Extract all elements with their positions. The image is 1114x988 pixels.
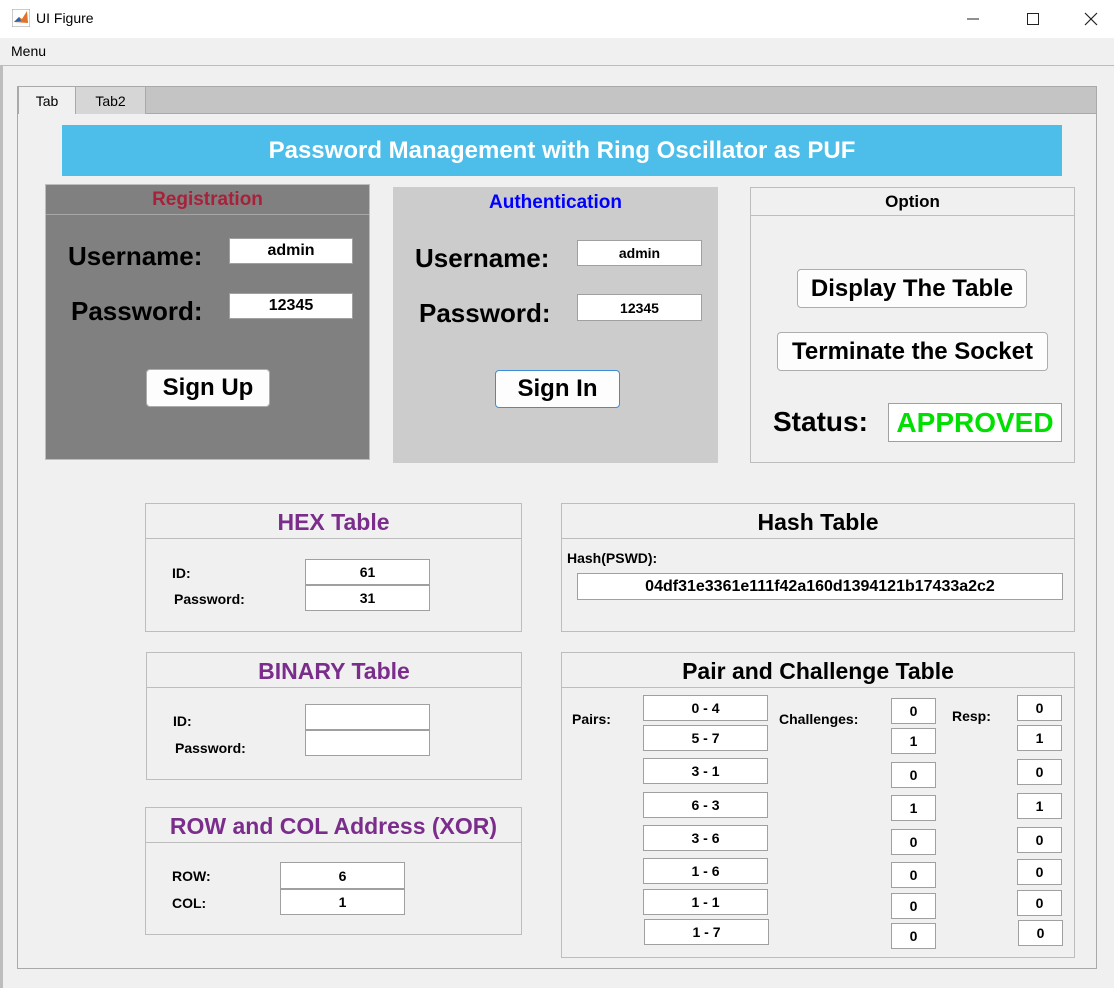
close-icon bbox=[1084, 12, 1098, 26]
hex-password-field[interactable] bbox=[305, 585, 430, 611]
resp-field[interactable] bbox=[1017, 695, 1062, 721]
resp-field[interactable] bbox=[1018, 920, 1063, 946]
hex-table-title: HEX Table bbox=[277, 509, 390, 535]
resp-field[interactable] bbox=[1017, 890, 1062, 916]
binary-id-field[interactable] bbox=[305, 704, 430, 730]
hex-table-panel: HEX Table ID: Password: bbox=[145, 503, 522, 632]
status-label: Status: bbox=[773, 406, 868, 437]
terminate-socket-button[interactable]: Terminate the Socket bbox=[777, 332, 1048, 371]
resp-field[interactable] bbox=[1017, 759, 1062, 785]
password-field[interactable] bbox=[229, 293, 353, 319]
rowcol-panel: ROW and COL Address (XOR) ROW: COL: bbox=[145, 807, 522, 935]
binary-password-field[interactable] bbox=[305, 730, 430, 756]
pairs-label: Pairs: bbox=[572, 711, 611, 727]
pair-field[interactable] bbox=[643, 858, 768, 884]
matlab-app-icon bbox=[11, 8, 31, 28]
minimize-button[interactable] bbox=[950, 4, 996, 34]
registration-panel: Registration Username: Password: Sign Up bbox=[45, 184, 370, 460]
hex-id-field[interactable] bbox=[305, 559, 430, 585]
username-label: Username: bbox=[68, 241, 203, 271]
hash-table-title: Hash Table bbox=[757, 509, 879, 535]
rowcol-title: ROW and COL Address (XOR) bbox=[169, 813, 498, 839]
id-label: ID: bbox=[172, 565, 191, 581]
sign-in-button[interactable]: Sign In bbox=[495, 370, 620, 408]
password-label: Password: bbox=[71, 296, 203, 326]
panel-divider bbox=[46, 214, 369, 215]
challenge-field[interactable] bbox=[891, 923, 936, 949]
option-title: Option bbox=[885, 192, 940, 211]
col-field[interactable] bbox=[280, 889, 405, 915]
resp-label: Resp: bbox=[952, 708, 991, 724]
menu-bar bbox=[0, 38, 1114, 66]
resp-field[interactable] bbox=[1017, 725, 1062, 751]
pair-field[interactable] bbox=[643, 825, 768, 851]
username-label: Username: bbox=[415, 243, 550, 273]
hash-field[interactable] bbox=[577, 573, 1063, 600]
binary-table-panel: BINARY Table ID: Password: bbox=[146, 652, 522, 780]
minimize-icon bbox=[967, 18, 979, 20]
pair-challenge-panel: Pair and Challenge Table Pairs: Challeng… bbox=[561, 652, 1075, 958]
panel-divider bbox=[146, 842, 521, 843]
challenge-field[interactable] bbox=[891, 893, 936, 919]
pair-field[interactable] bbox=[644, 919, 769, 945]
authentication-title: Authentication bbox=[489, 192, 622, 213]
pair-table-title: Pair and Challenge Table bbox=[682, 658, 954, 684]
challenge-field[interactable] bbox=[891, 862, 936, 888]
resp-field[interactable] bbox=[1017, 827, 1062, 853]
registration-title: Registration bbox=[152, 189, 263, 210]
display-table-button[interactable]: Display The Table bbox=[797, 269, 1027, 308]
panel-divider bbox=[147, 687, 521, 688]
row-field[interactable] bbox=[280, 862, 405, 889]
panel-divider bbox=[562, 538, 1074, 539]
tab-strip bbox=[17, 86, 1097, 114]
authentication-panel: Authentication Username: Password: Sign … bbox=[393, 187, 718, 463]
app-banner: Password Management with Ring Oscillator… bbox=[62, 125, 1062, 176]
username-field[interactable] bbox=[229, 238, 353, 264]
pair-field[interactable] bbox=[643, 758, 768, 784]
tab-tab2[interactable]: Tab2 bbox=[76, 86, 146, 115]
challenge-field[interactable] bbox=[891, 698, 936, 724]
challenge-field[interactable] bbox=[891, 795, 936, 821]
pair-field[interactable] bbox=[643, 695, 768, 721]
password-label: Password: bbox=[174, 591, 245, 607]
maximize-icon bbox=[1027, 13, 1039, 25]
binary-table-title: BINARY Table bbox=[258, 658, 410, 684]
col-label: COL: bbox=[172, 895, 207, 911]
pair-field[interactable] bbox=[643, 889, 768, 915]
resp-field[interactable] bbox=[1017, 793, 1062, 819]
tab-tab[interactable]: Tab bbox=[18, 86, 76, 115]
panel-divider bbox=[751, 215, 1074, 216]
password-label: Password: bbox=[419, 298, 551, 328]
password-label: Password: bbox=[175, 740, 246, 756]
panel-divider bbox=[146, 538, 521, 539]
sign-up-button[interactable]: Sign Up bbox=[146, 369, 270, 407]
row-label: ROW: bbox=[172, 868, 211, 884]
maximize-button[interactable] bbox=[1010, 4, 1056, 34]
option-panel: Option Display The Table Terminate the S… bbox=[750, 187, 1075, 463]
challenge-field[interactable] bbox=[891, 762, 936, 788]
username-field[interactable] bbox=[577, 240, 702, 266]
pair-field[interactable] bbox=[643, 792, 768, 818]
panel-divider bbox=[562, 687, 1074, 688]
password-field[interactable] bbox=[577, 294, 702, 321]
window-title: UI Figure bbox=[36, 10, 94, 26]
id-label: ID: bbox=[173, 713, 192, 729]
menu-item[interactable]: Menu bbox=[11, 43, 46, 59]
window-edge bbox=[0, 66, 3, 988]
challenge-field[interactable] bbox=[891, 728, 936, 754]
title-bar bbox=[0, 0, 1114, 38]
challenges-label: Challenges: bbox=[779, 711, 859, 727]
status-value: APPROVED bbox=[888, 403, 1062, 442]
hash-table-panel: Hash Table Hash(PSWD): bbox=[561, 503, 1075, 632]
pair-field[interactable] bbox=[643, 725, 768, 751]
close-button[interactable] bbox=[1068, 4, 1114, 34]
challenge-field[interactable] bbox=[891, 829, 936, 855]
hash-label: Hash(PSWD): bbox=[567, 550, 658, 566]
resp-field[interactable] bbox=[1017, 859, 1062, 885]
